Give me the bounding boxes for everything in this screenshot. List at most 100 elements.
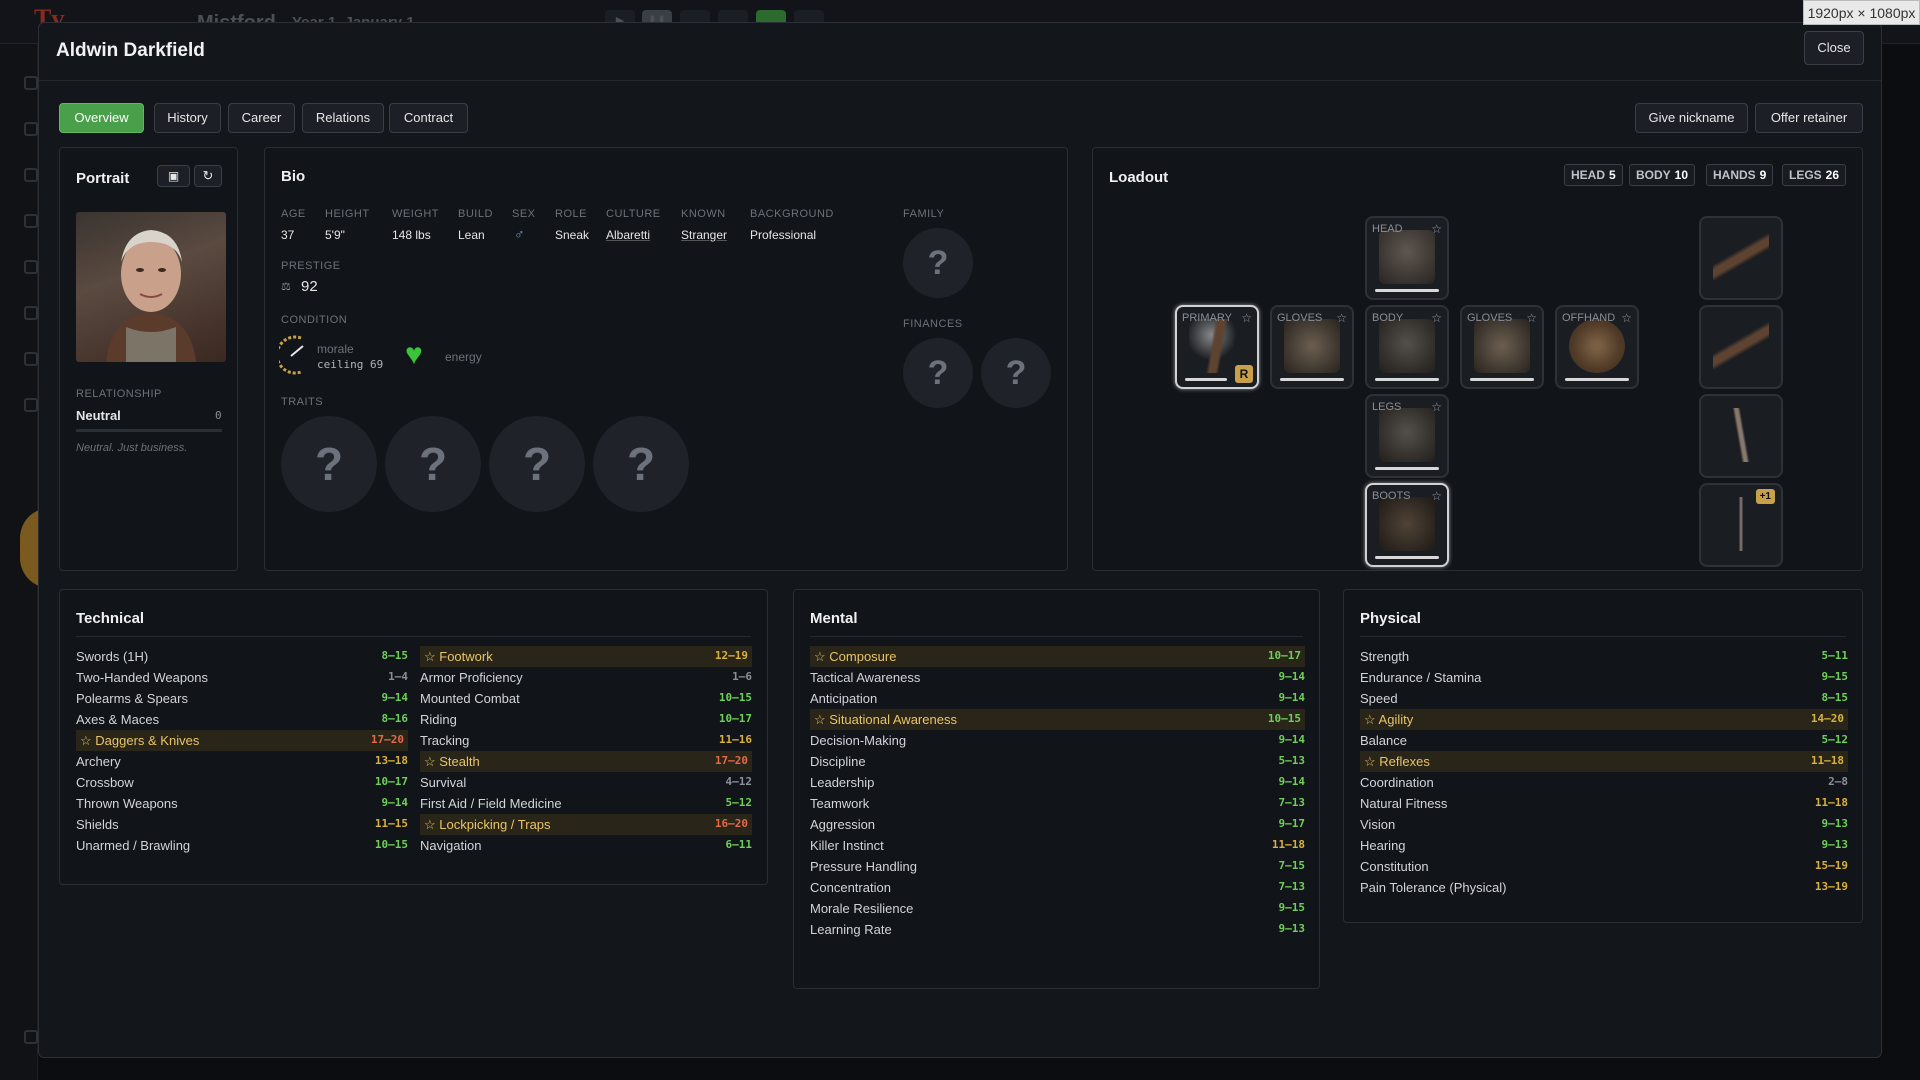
skill-row[interactable]: Killer Instinct 11–18 (810, 835, 1305, 856)
portrait-pick-button[interactable]: ▣ (157, 165, 190, 187)
skill-row[interactable]: Two-Handed Weapons 1–4 (76, 667, 408, 688)
close-button[interactable]: Close (1804, 31, 1864, 65)
skill-row[interactable]: ☆ Agility 14–20 (1360, 709, 1848, 730)
star-icon[interactable]: ☆ (1241, 311, 1252, 325)
finance-slot-2[interactable]: ? (981, 338, 1051, 408)
skill-row[interactable]: Thrown Weapons 9–14 (76, 793, 408, 814)
tab-relations[interactable]: Relations (302, 103, 384, 133)
slot-primary[interactable]: PRIMARY ☆ R (1175, 305, 1259, 389)
skill-row[interactable]: Mounted Combat 10–15 (420, 688, 752, 709)
slot-offhand[interactable]: OFFHAND ☆ (1555, 305, 1639, 389)
skill-row[interactable]: ☆ Daggers & Knives 17–20 (76, 730, 408, 751)
skill-row[interactable]: Anticipation 9–14 (810, 688, 1305, 709)
slot-gloves-right[interactable]: GLOVES ☆ (1460, 305, 1544, 389)
trait-slot-1[interactable]: ? (281, 416, 377, 512)
skill-row[interactable]: Riding 10–17 (420, 709, 752, 730)
skill-row[interactable]: First Aid / Field Medicine 5–12 (420, 793, 752, 814)
skill-row[interactable]: Morale Resilience 9–15 (810, 898, 1305, 919)
tab-career[interactable]: Career (228, 103, 295, 133)
portrait-refresh-button[interactable]: ↻ (194, 165, 222, 187)
give-nickname-button[interactable]: Give nickname (1635, 103, 1748, 133)
star-icon[interactable]: ☆ (1431, 489, 1442, 503)
skill-row[interactable]: Navigation 6–11 (420, 835, 752, 856)
skill-row[interactable]: Archery 13–18 (76, 751, 408, 772)
gloves-icon (1474, 319, 1530, 373)
star-icon[interactable]: ☆ (1526, 311, 1537, 325)
star-icon[interactable]: ☆ (1431, 222, 1442, 236)
skill-row[interactable]: Endurance / Stamina 9–15 (1360, 667, 1848, 688)
skill-row[interactable]: Swords (1H) 8–15 (76, 646, 408, 667)
tab-overview[interactable]: Overview (59, 103, 144, 133)
skill-row[interactable]: Decision-Making 9–14 (810, 730, 1305, 751)
nav-icon[interactable] (24, 306, 38, 320)
skill-row[interactable]: Aggression 9–17 (810, 814, 1305, 835)
skill-row[interactable]: ☆ Footwork 12–19 (420, 646, 752, 667)
skill-row[interactable]: Unarmed / Brawling 10–15 (76, 835, 408, 856)
skill-row[interactable]: Vision 9–13 (1360, 814, 1848, 835)
slot-head[interactable]: HEAD ☆ (1365, 216, 1449, 300)
skill-row[interactable]: Coordination 2–8 (1360, 772, 1848, 793)
known-value[interactable]: Stranger (681, 228, 727, 242)
nav-icon[interactable] (24, 260, 38, 274)
skill-row[interactable]: ☆ Composure 10–17 (810, 646, 1305, 667)
tab-contract[interactable]: Contract (389, 103, 468, 133)
finance-slot-1[interactable]: ? (903, 338, 973, 408)
quick-slot-1[interactable] (1699, 216, 1783, 300)
nav-icon[interactable] (24, 352, 38, 366)
settings-icon[interactable] (24, 1030, 38, 1044)
skill-row[interactable]: ☆ Reflexes 11–18 (1360, 751, 1848, 772)
trait-slot-3[interactable]: ? (489, 416, 585, 512)
skill-row[interactable]: Crossbow 10–17 (76, 772, 408, 793)
skill-range: 5–12 (1821, 733, 1849, 746)
skill-row[interactable]: Constitution 15–19 (1360, 856, 1848, 877)
family-slot[interactable]: ? (903, 228, 973, 298)
nav-icon[interactable] (24, 398, 38, 412)
skill-row[interactable]: ☆ Lockpicking / Traps 16–20 (420, 814, 752, 835)
star-icon[interactable]: ☆ (1336, 311, 1347, 325)
nav-icon[interactable] (24, 214, 38, 228)
skill-range: 10–17 (718, 712, 752, 725)
skill-row[interactable]: Strength 5–11 (1360, 646, 1848, 667)
skill-row[interactable]: Tracking 11–16 (420, 730, 752, 751)
skill-row[interactable]: Leadership 9–14 (810, 772, 1305, 793)
skill-row[interactable]: Hearing 9–13 (1360, 835, 1848, 856)
nav-icon[interactable] (24, 76, 38, 90)
slot-boots[interactable]: BOOTS ☆ (1365, 483, 1449, 567)
slot-body[interactable]: BODY ☆ (1365, 305, 1449, 389)
skill-range: 11–16 (718, 733, 752, 746)
nav-icon[interactable] (24, 122, 38, 136)
skill-row[interactable]: Pain Tolerance (Physical) 13–19 (1360, 877, 1848, 898)
quick-slot-2[interactable] (1699, 305, 1783, 389)
culture-value[interactable]: Albaretti (606, 228, 650, 242)
trait-slot-4[interactable]: ? (593, 416, 689, 512)
slot-gloves-left[interactable]: GLOVES ☆ (1270, 305, 1354, 389)
skill-row[interactable]: Axes & Maces 8–16 (76, 709, 408, 730)
skill-row[interactable]: Pressure Handling 7–15 (810, 856, 1305, 877)
quick-slot-4[interactable]: +1 (1699, 483, 1783, 567)
culture-label: CULTURE (606, 208, 661, 220)
nav-icon[interactable] (24, 168, 38, 182)
star-icon[interactable]: ☆ (1431, 311, 1442, 325)
slot-legs[interactable]: LEGS ☆ (1365, 394, 1449, 478)
quick-slot-3[interactable] (1699, 394, 1783, 478)
skill-row[interactable]: Natural Fitness 11–18 (1360, 793, 1848, 814)
skill-row[interactable]: Tactical Awareness 9–14 (810, 667, 1305, 688)
skill-row[interactable]: Survival 4–12 (420, 772, 752, 793)
tab-history[interactable]: History (154, 103, 221, 133)
skill-row[interactable]: ☆ Stealth 17–20 (420, 751, 752, 772)
skill-row[interactable]: Speed 8–15 (1360, 688, 1848, 709)
trait-slot-2[interactable]: ? (385, 416, 481, 512)
skill-row[interactable]: Armor Proficiency 1–6 (420, 667, 752, 688)
skill-range: 5–12 (725, 796, 753, 809)
skill-row[interactable]: Learning Rate 9–13 (810, 919, 1305, 940)
skill-row[interactable]: Concentration 7–13 (810, 877, 1305, 898)
star-icon[interactable]: ☆ (1621, 311, 1632, 325)
offer-retainer-button[interactable]: Offer retainer (1755, 103, 1863, 133)
skill-row[interactable]: ☆ Situational Awareness 10–15 (810, 709, 1305, 730)
skill-row[interactable]: Polearms & Spears 9–14 (76, 688, 408, 709)
skill-row[interactable]: Teamwork 7–13 (810, 793, 1305, 814)
star-icon[interactable]: ☆ (1431, 400, 1442, 414)
skill-row[interactable]: Balance 5–12 (1360, 730, 1848, 751)
skill-row[interactable]: Discipline 5–13 (810, 751, 1305, 772)
skill-row[interactable]: Shields 11–15 (76, 814, 408, 835)
